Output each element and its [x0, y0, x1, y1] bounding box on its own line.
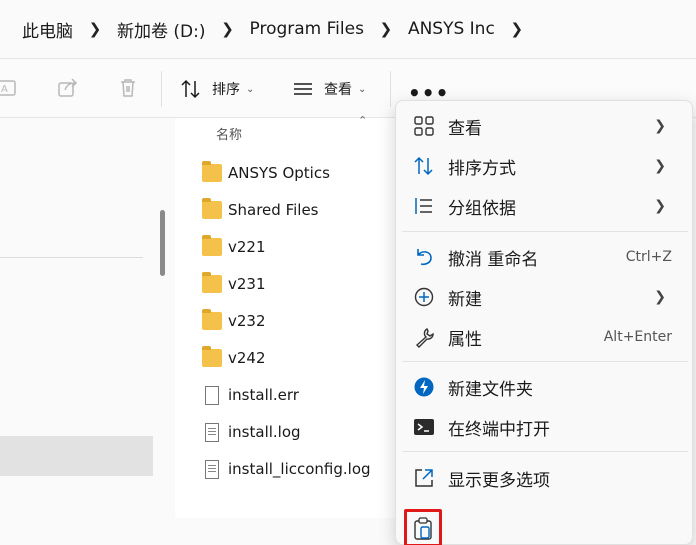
sort-icon	[181, 79, 200, 99]
nav-divider	[0, 257, 143, 258]
breadcrumb-item-program-files[interactable]: Program Files	[246, 19, 368, 39]
nav-scrollbar[interactable]	[160, 210, 165, 276]
chevron-right-icon[interactable]: ❯	[77, 20, 113, 38]
text-file-icon	[205, 459, 219, 479]
view-label: 查看	[324, 82, 352, 98]
toolbar-divider	[390, 71, 391, 107]
folder-icon	[202, 272, 222, 293]
menu-separator	[402, 231, 688, 232]
delete-icon[interactable]	[117, 77, 139, 99]
chevron-down-icon: ⌄	[246, 83, 255, 95]
navigation-pane[interactable]	[0, 118, 155, 518]
undo-icon	[417, 249, 432, 266]
menu-item-open-in-terminal[interactable]: 在终端中打开	[396, 407, 692, 447]
folder-icon	[202, 235, 222, 256]
list-item[interactable]: v232	[202, 309, 266, 333]
breadcrumb-item-this-pc[interactable]: 此电脑	[18, 17, 77, 42]
file-name: v221	[228, 238, 266, 256]
folder-icon	[202, 309, 222, 330]
menu-item-label: 新建	[448, 289, 482, 310]
text-file-icon	[205, 422, 219, 442]
menu-item-label: 撤消 重命名	[448, 249, 539, 270]
toolbar-divider	[161, 71, 162, 107]
view-button[interactable]: 查看 ⌄	[292, 75, 366, 103]
menu-item-label: 属性	[448, 329, 482, 350]
list-item[interactable]: v221	[202, 235, 266, 259]
share-icon[interactable]	[57, 77, 79, 99]
file-name: install_licconfig.log	[228, 460, 371, 478]
sort-ascending-icon: ⌃	[358, 114, 368, 127]
menu-item-properties[interactable]: 属性 Alt+Enter	[396, 317, 692, 357]
breadcrumb: 此电脑 ❯ 新加卷 (D:) ❯ Program Files ❯ ANSYS I…	[0, 0, 696, 58]
paste-button[interactable]	[404, 509, 442, 545]
list-item[interactable]: v231	[202, 272, 266, 296]
file-name: v242	[228, 349, 266, 367]
menu-separator	[402, 451, 688, 452]
nav-item-selected[interactable]	[0, 436, 153, 476]
file-name: install.err	[228, 386, 299, 404]
menu-item-show-more-options[interactable]: 显示更多选项	[396, 458, 692, 498]
file-explorer-window: 此电脑 ❯ 新加卷 (D:) ❯ Program Files ❯ ANSYS I…	[0, 0, 696, 545]
folder-icon	[202, 346, 222, 367]
sort-icon	[414, 156, 433, 176]
group-icon	[415, 198, 432, 214]
menu-item-label: 新建文件夹	[448, 379, 533, 400]
chevron-right-icon[interactable]: ❯	[499, 20, 535, 38]
file-name: v231	[228, 275, 266, 293]
menu-item-new-folder[interactable]: 新建文件夹	[396, 367, 692, 407]
list-item[interactable]: ANSYS Optics	[202, 161, 330, 185]
list-item[interactable]: Shared Files	[202, 198, 319, 222]
file-name: v232	[228, 312, 266, 330]
rename-icon[interactable]: A	[0, 77, 18, 99]
file-icon	[205, 385, 219, 405]
wrench-icon	[415, 328, 434, 348]
menu-item-undo-rename[interactable]: 撤消 重命名 Ctrl+Z	[396, 237, 692, 277]
list-item[interactable]: v242	[202, 346, 266, 370]
menu-separator	[402, 361, 688, 362]
breadcrumb-item-drive-d[interactable]: 新加卷 (D:)	[113, 17, 210, 42]
chevron-right-icon: ❯	[654, 289, 666, 305]
grid-icon	[414, 116, 434, 136]
new-folder-icon	[414, 377, 434, 397]
svg-text:A: A	[1, 84, 8, 95]
chevron-right-icon: ❯	[654, 198, 666, 214]
file-name: install.log	[228, 423, 301, 441]
menu-item-new[interactable]: 新建 ❯	[396, 277, 692, 317]
column-header-name[interactable]: 名称	[216, 124, 242, 143]
view-list-icon	[294, 83, 312, 95]
chevron-right-icon: ❯	[654, 158, 666, 174]
context-menu: 查看 ❯ 排序方式 ❯ 分组依据 ❯ 撤消 重命名 Ctrl+Z 新建 ❯ 属性	[395, 100, 693, 545]
shortcut-label: Alt+Enter	[603, 329, 672, 345]
menu-item-label: 排序方式	[448, 158, 516, 179]
folder-icon	[202, 161, 222, 182]
chevron-right-icon[interactable]: ❯	[368, 20, 404, 38]
menu-item-label: 显示更多选项	[448, 470, 550, 491]
folder-icon	[202, 198, 222, 219]
file-name: ANSYS Optics	[228, 164, 330, 182]
list-item[interactable]: install.log	[202, 420, 301, 444]
menu-item-view[interactable]: 查看 ❯	[396, 106, 692, 146]
sort-label: 排序	[212, 82, 240, 98]
more-options-icon	[415, 469, 433, 487]
list-item[interactable]: install_licconfig.log	[202, 457, 371, 481]
menu-item-label: 查看	[448, 118, 482, 139]
file-name: Shared Files	[228, 201, 319, 219]
terminal-icon	[414, 419, 434, 435]
chevron-right-icon: ❯	[654, 118, 666, 134]
menu-item-label: 在终端中打开	[448, 419, 550, 440]
new-icon	[414, 287, 434, 307]
chevron-down-icon: ⌄	[358, 83, 367, 95]
list-item[interactable]: install.err	[202, 383, 299, 407]
menu-item-group-by[interactable]: 分组依据 ❯	[396, 186, 692, 226]
menu-item-label: 分组依据	[448, 198, 516, 219]
chevron-right-icon[interactable]: ❯	[210, 20, 246, 38]
sort-button[interactable]: 排序 ⌄	[180, 75, 254, 103]
breadcrumb-item-ansys-inc[interactable]: ANSYS Inc	[404, 19, 499, 39]
shortcut-label: Ctrl+Z	[625, 249, 672, 265]
paste-icon	[414, 517, 432, 540]
menu-item-sort-by[interactable]: 排序方式 ❯	[396, 146, 692, 186]
